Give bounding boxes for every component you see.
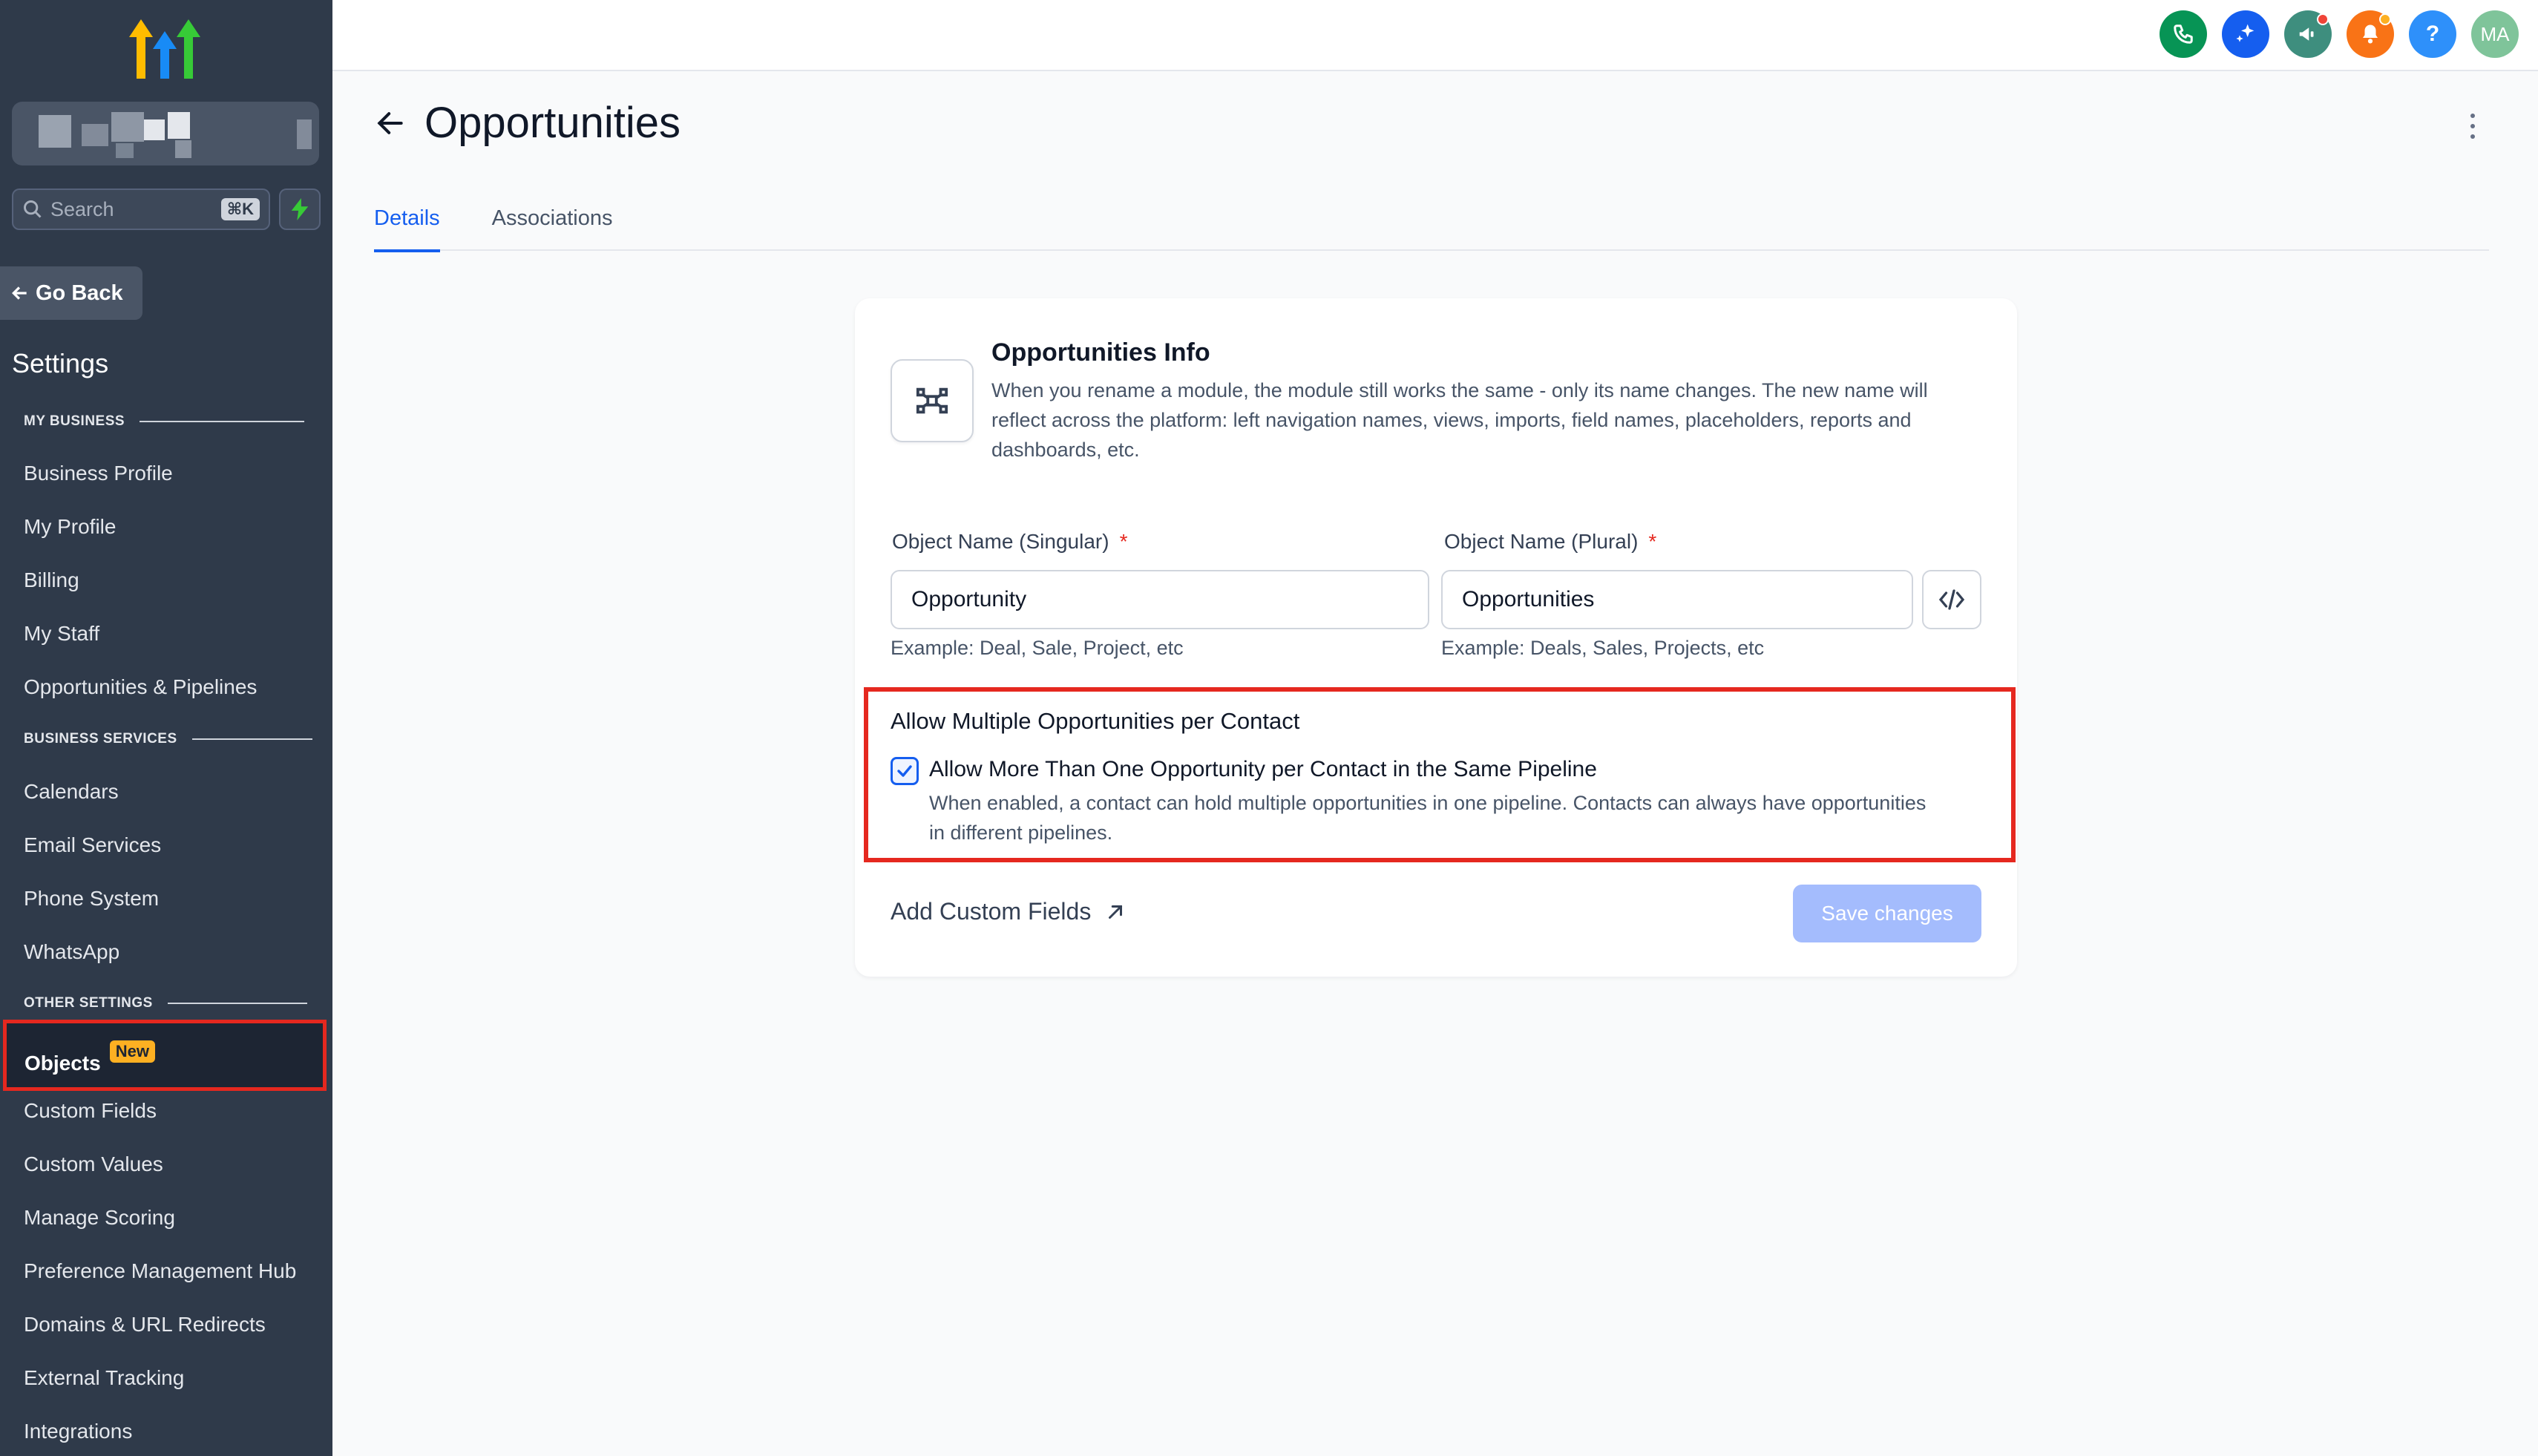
sidebar-item-domains-url-redirects[interactable]: Domains & URL Redirects xyxy=(24,1313,266,1337)
section-business-services: BUSINESS SERVICES xyxy=(24,731,312,747)
help-button[interactable]: ? xyxy=(2409,10,2456,58)
plural-name-label: Object Name (Plural) * xyxy=(1444,530,1656,554)
code-toggle-button[interactable] xyxy=(1922,570,1981,629)
objects-icon xyxy=(916,387,948,414)
field-label-text: Object Name (Singular) xyxy=(892,530,1109,553)
unread-dot xyxy=(2317,13,2329,25)
divider xyxy=(191,738,312,740)
plural-name-value: Opportunities xyxy=(1462,587,1595,611)
sidebar-item-my-profile[interactable]: My Profile xyxy=(24,515,116,539)
sparkles-icon xyxy=(2236,24,2255,42)
sidebar-item-email-services[interactable]: Email Services xyxy=(24,833,161,857)
sidebar-item-phone-system[interactable]: Phone System xyxy=(24,887,159,911)
divider xyxy=(167,1003,307,1004)
back-arrow-icon[interactable] xyxy=(374,107,407,140)
search-shortcut: ⌘K xyxy=(220,198,260,220)
multiple-opportunities-title: Allow Multiple Opportunities per Contact xyxy=(891,708,1300,734)
sidebar-item-custom-fields[interactable]: Custom Fields xyxy=(24,1099,157,1123)
search-placeholder: Search xyxy=(50,197,114,220)
search-icon xyxy=(24,200,42,218)
arrow-left-icon xyxy=(12,286,27,300)
section-label: OTHER SETTINGS xyxy=(24,995,153,1011)
field-label-text: Object Name (Plural) xyxy=(1444,530,1639,553)
more-options-icon[interactable] xyxy=(2465,111,2480,141)
tab-bar: Details Associations xyxy=(374,200,2489,252)
user-avatar[interactable]: MA xyxy=(2471,10,2519,58)
plural-name-input[interactable]: Opportunities xyxy=(1441,570,1913,629)
code-icon xyxy=(1938,589,1965,610)
sidebar-item-business-profile[interactable]: Business Profile xyxy=(24,462,173,485)
required-asterisk: * xyxy=(1648,530,1657,553)
ai-assistant-button[interactable] xyxy=(2222,10,2269,58)
go-back-label: Go Back xyxy=(36,281,123,305)
sidebar-item-manage-scoring[interactable]: Manage Scoring xyxy=(24,1206,175,1230)
sidebar-item-objects[interactable]: Objects New xyxy=(3,1020,327,1091)
avatar-initials: MA xyxy=(2480,22,2510,45)
required-asterisk: * xyxy=(1119,530,1128,553)
singular-name-value: Opportunity xyxy=(911,587,1027,611)
top-actions: ? MA xyxy=(2160,10,2519,58)
megaphone-icon xyxy=(2299,27,2314,41)
tab-associations[interactable]: Associations xyxy=(492,200,613,251)
sidebar-item-my-staff[interactable]: My Staff xyxy=(24,622,99,646)
allow-multiple-checkbox[interactable] xyxy=(891,757,919,785)
sidebar-item-billing[interactable]: Billing xyxy=(24,568,79,592)
divider xyxy=(140,421,305,422)
section-other-settings: OTHER SETTINGS xyxy=(24,995,307,1011)
phone-button[interactable] xyxy=(2160,10,2207,58)
plural-name-hint: Example: Deals, Sales, Projects, etc xyxy=(1441,637,1765,659)
bell-icon xyxy=(2363,24,2378,44)
phone-icon xyxy=(2174,24,2193,44)
go-back-button[interactable]: Go Back xyxy=(0,266,142,320)
opportunities-info-card: Opportunities Info When you rename a mod… xyxy=(855,298,2017,977)
quick-action-button[interactable] xyxy=(279,188,321,230)
sidebar-item-label: Objects xyxy=(24,1052,101,1075)
check-icon xyxy=(897,765,912,777)
singular-name-input[interactable]: Opportunity xyxy=(891,570,1429,629)
allow-multiple-label[interactable]: Allow More Than One Opportunity per Cont… xyxy=(929,757,1597,782)
section-label: BUSINESS SERVICES xyxy=(24,731,177,747)
sidebar-item-external-tracking[interactable]: External Tracking xyxy=(24,1366,184,1390)
sidebar-item-opportunities-pipelines[interactable]: Opportunities & Pipelines xyxy=(24,675,257,699)
add-custom-fields-label: Add Custom Fields xyxy=(891,898,1092,925)
singular-name-hint: Example: Deal, Sale, Project, etc xyxy=(891,637,1184,659)
new-badge: New xyxy=(109,1040,155,1063)
sidebar-item-preference-management-hub[interactable]: Preference Management Hub xyxy=(24,1259,296,1283)
tab-details[interactable]: Details xyxy=(374,200,440,252)
section-my-business: MY BUSINESS xyxy=(24,413,305,430)
sidebar-item-custom-values[interactable]: Custom Values xyxy=(24,1152,163,1176)
help-icon: ? xyxy=(2425,22,2440,46)
module-icon-box xyxy=(891,359,974,442)
top-bar: ? MA xyxy=(332,0,2538,71)
sidebar-item-whatsapp[interactable]: WhatsApp xyxy=(24,940,119,964)
singular-name-label: Object Name (Singular) * xyxy=(892,530,1127,554)
account-switcher[interactable] xyxy=(12,102,319,165)
settings-title: Settings xyxy=(12,348,109,378)
info-title: Opportunities Info xyxy=(991,338,1210,367)
page-title: Opportunities xyxy=(424,99,681,147)
announcements-button[interactable] xyxy=(2284,10,2332,58)
allow-multiple-description: When enabled, a contact can hold multipl… xyxy=(929,792,1927,844)
add-custom-fields-link[interactable]: Add Custom Fields xyxy=(891,898,1127,925)
app-logo-icon[interactable] xyxy=(128,16,202,82)
info-description: When you rename a module, the module sti… xyxy=(991,379,1928,461)
external-arrow-icon xyxy=(1109,905,1123,919)
section-label: MY BUSINESS xyxy=(24,413,125,429)
sidebar: Search ⌘K Go Back Settings MY BUSINESS B… xyxy=(0,0,332,1456)
notifications-button[interactable] xyxy=(2347,10,2394,58)
unread-dot xyxy=(2379,13,2391,25)
save-changes-button[interactable]: Save changes xyxy=(1793,885,1981,942)
search-input[interactable]: Search ⌘K xyxy=(12,188,270,230)
page-header: Opportunities xyxy=(374,98,681,148)
sidebar-item-calendars[interactable]: Calendars xyxy=(24,780,119,804)
lightning-icon xyxy=(291,198,309,220)
sidebar-item-integrations[interactable]: Integrations xyxy=(24,1420,132,1443)
